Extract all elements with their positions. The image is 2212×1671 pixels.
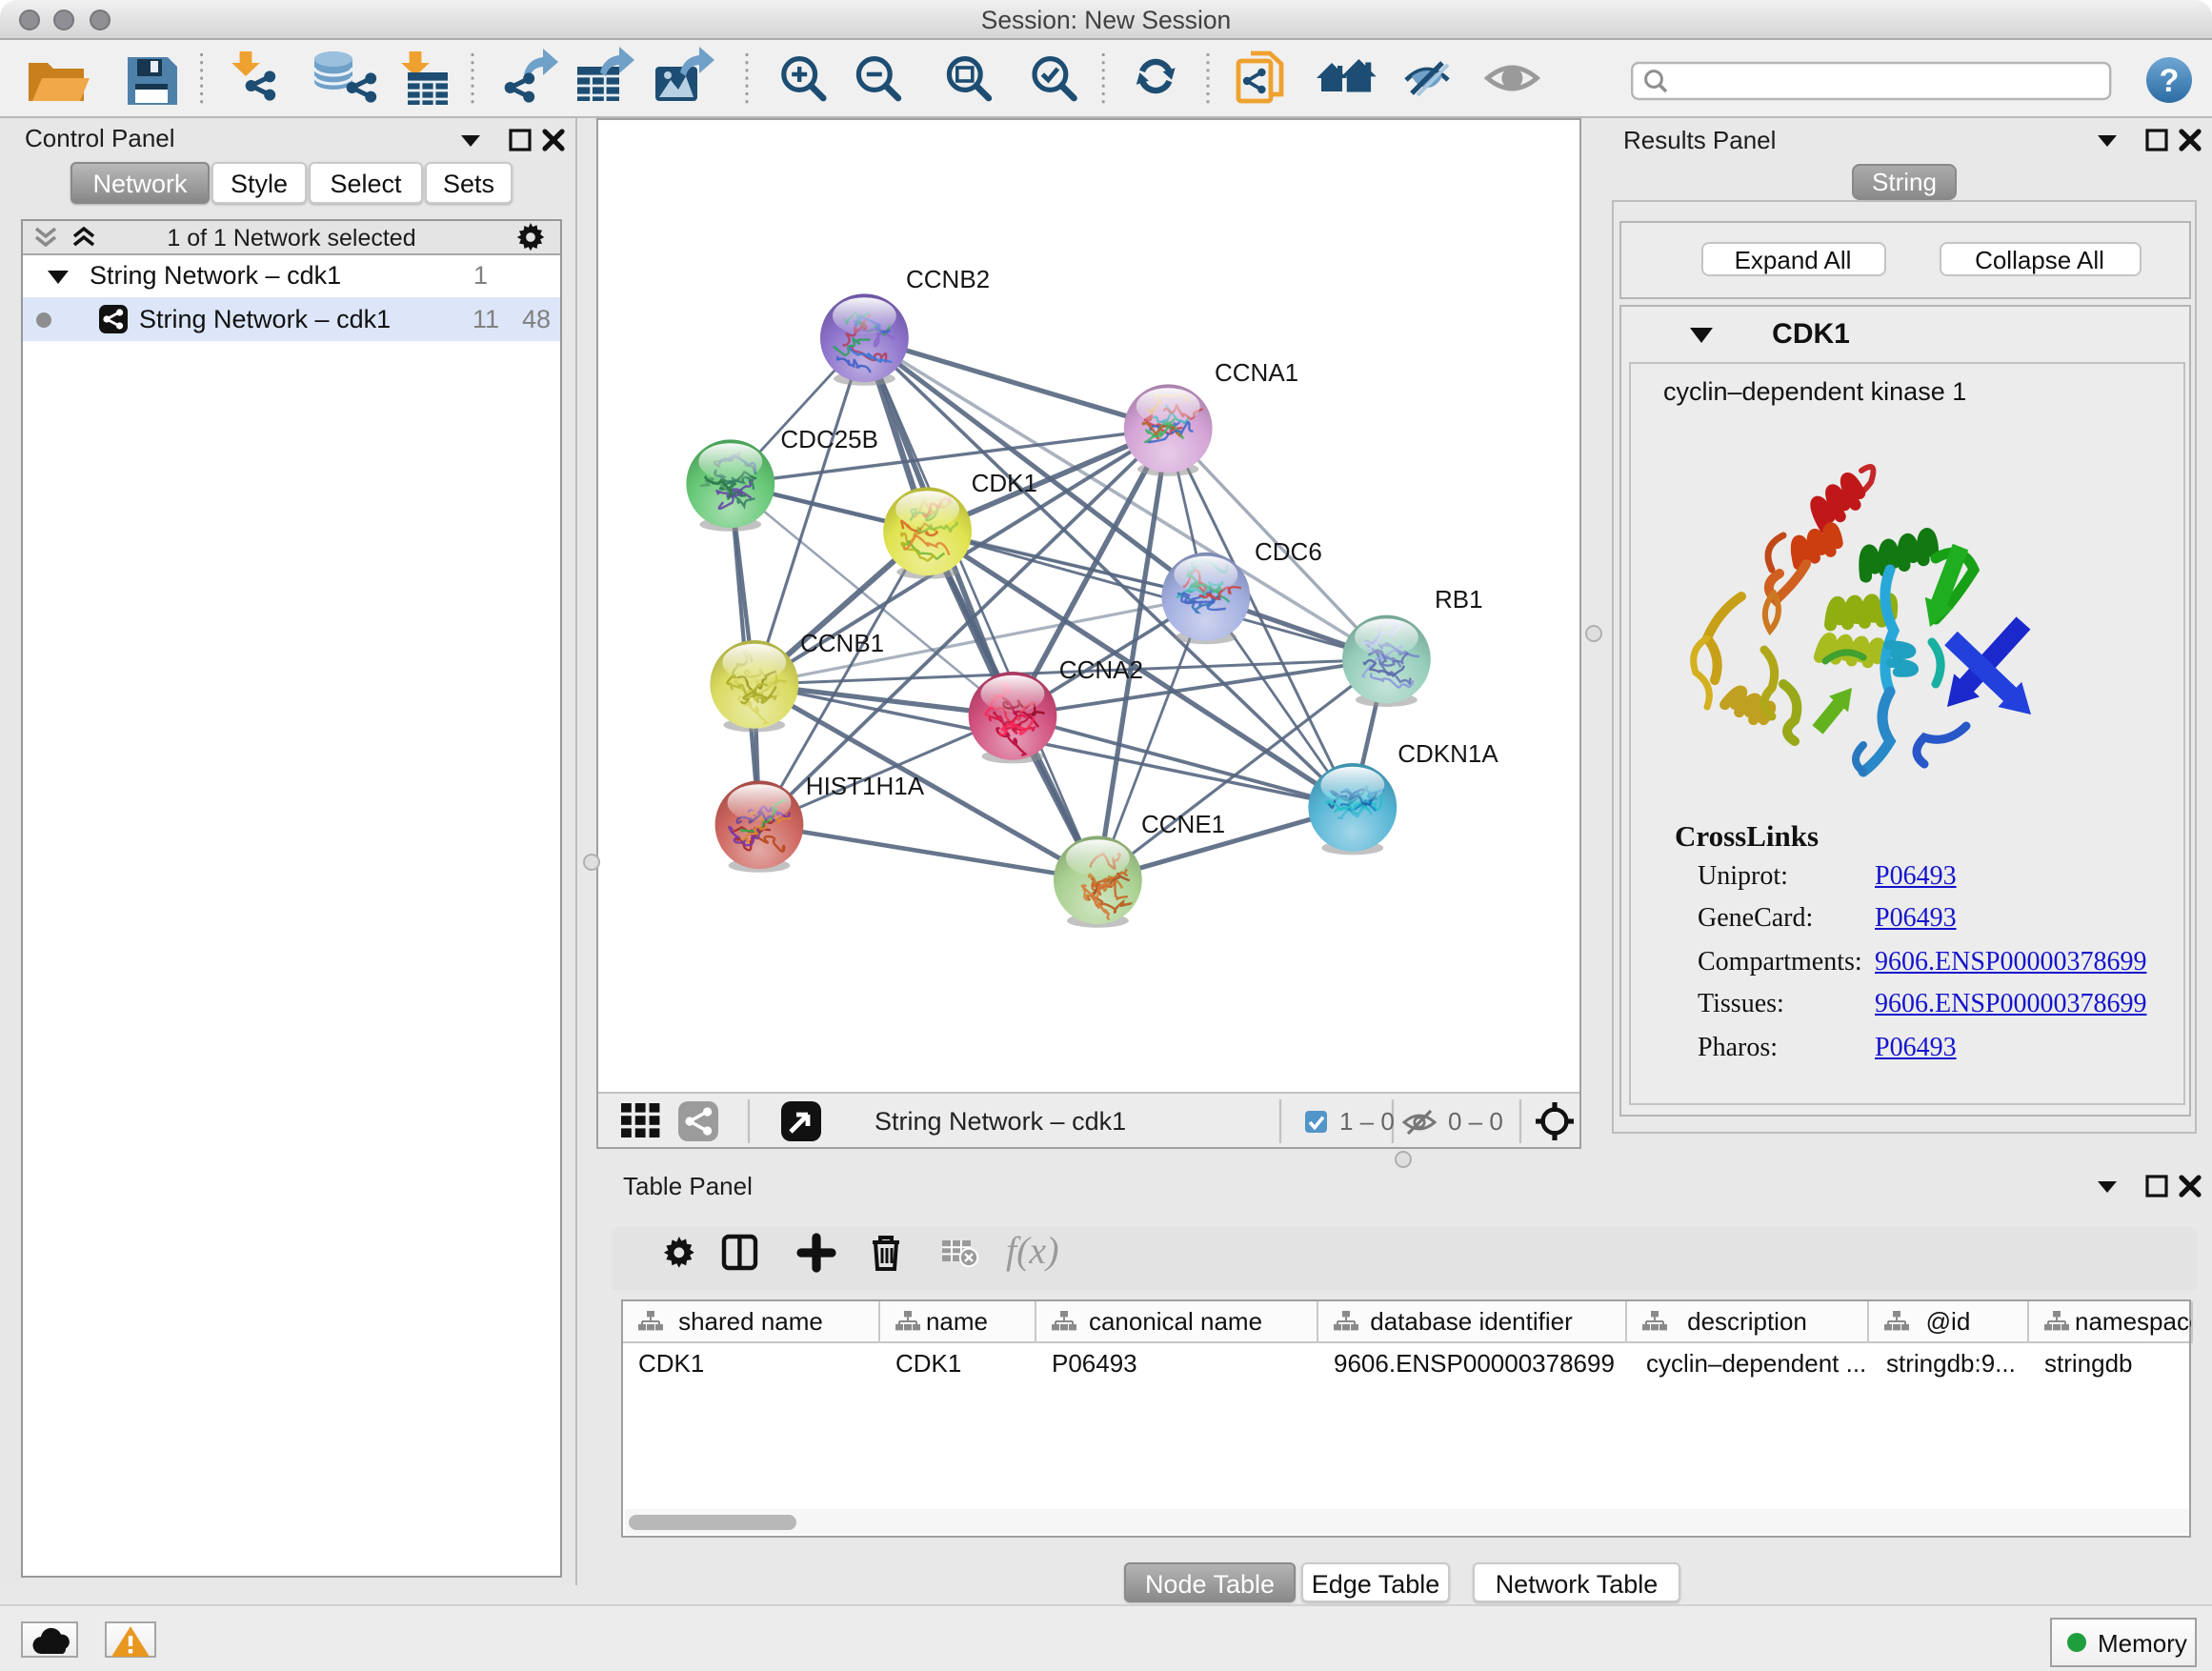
svg-text:CDC25B: CDC25B bbox=[780, 425, 878, 453]
svg-text:CCNE1: CCNE1 bbox=[1141, 810, 1225, 838]
svg-text:CCNB1: CCNB1 bbox=[800, 629, 884, 657]
svg-text:HIST1H1A: HIST1H1A bbox=[806, 772, 925, 800]
svg-text:CCNB2: CCNB2 bbox=[906, 265, 990, 293]
svg-text:CCNA1: CCNA1 bbox=[1215, 358, 1298, 387]
svg-text:CCNA2: CCNA2 bbox=[1059, 655, 1143, 684]
svg-text:?: ? bbox=[2160, 63, 2180, 99]
svg-text:CDK1: CDK1 bbox=[972, 469, 1037, 497]
svg-text:CDC6: CDC6 bbox=[1255, 537, 1322, 566]
svg-text:CDKN1A: CDKN1A bbox=[1398, 739, 1498, 768]
svg-text:RB1: RB1 bbox=[1435, 585, 1483, 614]
